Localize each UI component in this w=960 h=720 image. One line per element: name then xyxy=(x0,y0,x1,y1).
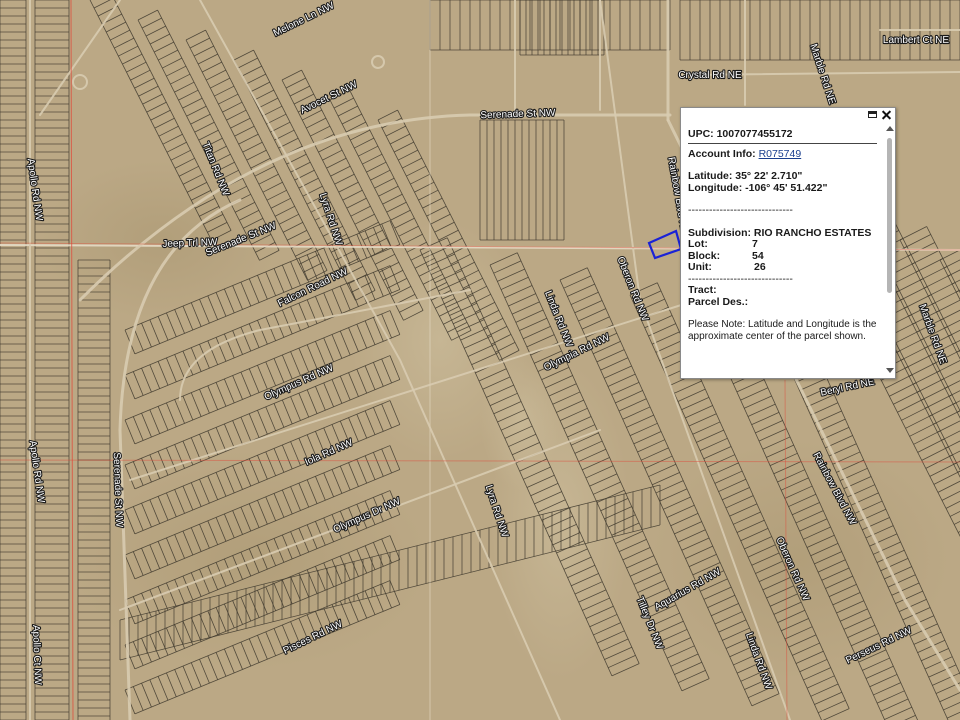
upc-label: UPC: xyxy=(688,128,714,140)
parcel-info-popup: UPC: 1007077455172 Account Info: R075749… xyxy=(680,107,896,379)
account-row: Account Info: R075749 xyxy=(688,147,885,161)
parcel-description-label: Parcel Des.: xyxy=(688,295,749,308)
scroll-up-icon[interactable] xyxy=(886,126,894,131)
unit-label: Unit: xyxy=(688,261,712,273)
maximize-icon[interactable] xyxy=(866,109,879,121)
popup-scrollbar[interactable] xyxy=(885,125,894,375)
popup-content[interactable]: UPC: 1007077455172 Account Info: R075749… xyxy=(681,123,885,378)
lot-row: Lot: 7 xyxy=(688,238,885,251)
scroll-thumb[interactable] xyxy=(887,138,892,293)
latitude: Latitude: 35° 22' 2.710" xyxy=(688,170,803,182)
unit-value: 26 xyxy=(754,261,766,273)
street-label: Crystal Rd NE xyxy=(678,70,742,81)
account-label: Account Info: xyxy=(688,147,756,160)
tract-label: Tract: xyxy=(688,284,717,296)
divider-2: ------------------------------ xyxy=(688,272,793,285)
unit-row: Unit: 26 xyxy=(688,261,885,274)
upc-row: UPC: 1007077455172 xyxy=(688,128,877,144)
upc-value: 1007077455172 xyxy=(716,128,793,140)
block-row: Block: 54 xyxy=(688,250,885,263)
street-label: Lambert Ct NE xyxy=(883,35,949,46)
divider: ------------------------------ xyxy=(688,204,793,216)
street-label: Apollo Ct NW xyxy=(30,625,43,686)
longitude: Longitude: -106° 45' 51.422" xyxy=(688,181,828,194)
close-icon[interactable] xyxy=(880,109,893,121)
scroll-down-icon[interactable] xyxy=(886,368,894,373)
account-link[interactable]: R075749 xyxy=(759,148,802,160)
coordinates-note: Please Note: Latitude and Longitude is t… xyxy=(688,319,877,342)
lot-label: Lot: xyxy=(688,238,708,250)
lot-value: 7 xyxy=(752,238,758,250)
popup-titlebar xyxy=(681,108,895,123)
subdivision: Subdivision: RIO RANCHO ESTATES xyxy=(688,226,872,239)
